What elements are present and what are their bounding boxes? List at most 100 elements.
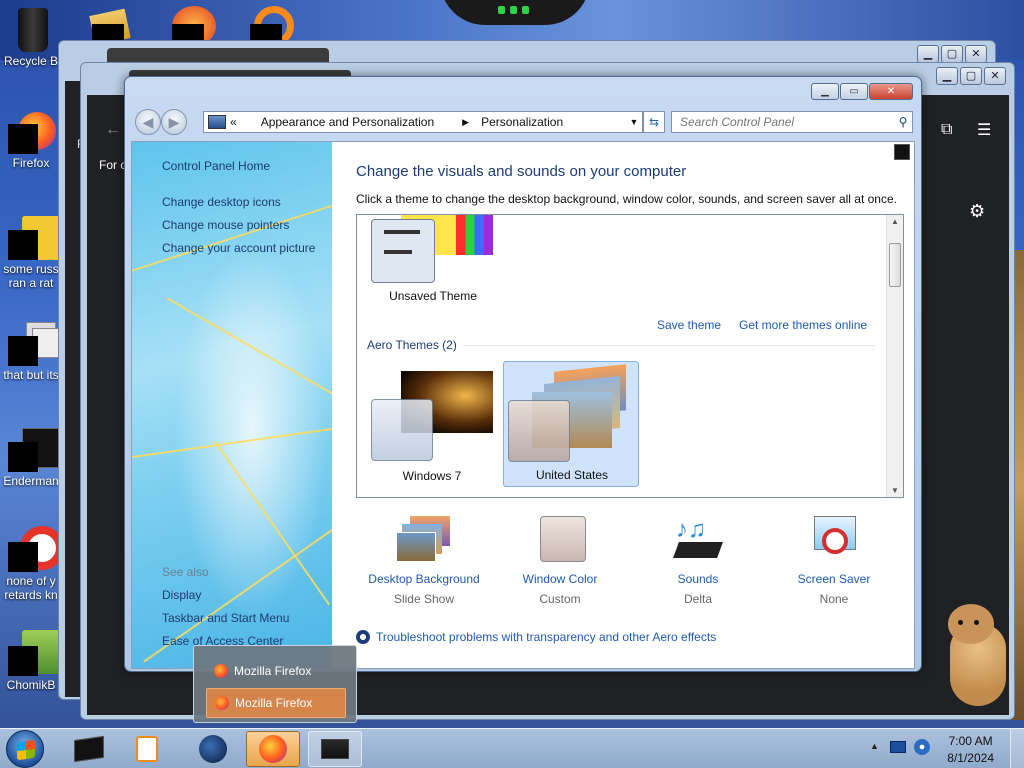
breadcrumb-personalization[interactable]: Personalization [481, 115, 563, 129]
control-panel-icon [208, 115, 226, 129]
close-icon[interactable]: ✕ [984, 67, 1006, 85]
terminal-icon [74, 735, 104, 763]
gear-icon[interactable]: ⚙ [969, 201, 985, 222]
change-desktop-icons-link[interactable]: Change desktop icons [162, 195, 281, 209]
globe-icon [199, 735, 227, 763]
breadcrumb-overflow[interactable]: « [230, 115, 237, 129]
show-desktop-button[interactable] [1010, 729, 1024, 768]
minimize-icon[interactable]: ▁ [936, 67, 958, 85]
help-icon[interactable] [894, 144, 910, 160]
monitor-tray-icon[interactable] [890, 741, 906, 753]
taskbar-app-firefox[interactable] [246, 731, 300, 767]
firefox-window-item-2[interactable]: Mozilla Firefox [206, 688, 346, 718]
tray-expand-icon[interactable]: ▲ [870, 741, 879, 751]
navigation-bar: ◀ ▶ « Appearance and Personalization ▶ P… [133, 108, 913, 136]
save-theme-link[interactable]: Save theme [657, 318, 721, 332]
forward-button[interactable]: ▶ [161, 109, 187, 135]
scroll-down-icon[interactable]: ▼ [887, 486, 903, 495]
us-window [508, 400, 570, 462]
desktop-top-icon-3[interactable] [250, 6, 300, 46]
screen-saver-item[interactable]: Screen Saver None [764, 516, 904, 606]
extensions-icon[interactable]: ⧉ [941, 121, 952, 139]
desktop-background-item[interactable]: Desktop Background Slide Show [354, 516, 494, 606]
taskbar-app-globe[interactable] [186, 731, 240, 767]
close-icon[interactable]: ✕ [965, 45, 987, 63]
main-pane: Change the visuals and sounds on your co… [332, 142, 914, 668]
desktop-icon-that-but-its[interactable]: that but its [0, 320, 62, 382]
firefox-icon [214, 664, 228, 678]
control-panel-window[interactable]: ▁ ▭ ✕ ◀ ▶ « Appearance and Personalizati… [124, 76, 922, 672]
clock[interactable]: 7:00 AM 8/1/2024 [947, 733, 994, 767]
desktop-icon-some-russ[interactable]: some russ ran a rat [0, 214, 62, 290]
change-mouse-pointers-link[interactable]: Change mouse pointers [162, 218, 289, 232]
troubleshoot-link[interactable]: Troubleshoot problems with transparency … [376, 630, 716, 644]
change-account-picture-link[interactable]: Change your account picture [162, 241, 315, 255]
desktop-icon-recycle-bin[interactable]: Recycle B [0, 6, 62, 68]
maximize-icon[interactable]: ▢ [941, 45, 963, 63]
display-link[interactable]: Display [162, 588, 201, 602]
desktop-top-icon-1[interactable] [89, 6, 142, 46]
desktop-icon-firefox[interactable]: Firefox [0, 108, 62, 170]
firefox-icon [215, 696, 229, 710]
desktop-icon-none-of-y[interactable]: none of y retards kn [0, 526, 64, 602]
taskbar-app-terminal[interactable] [62, 731, 116, 767]
see-also-label: See also [162, 565, 209, 579]
back-button[interactable]: ◀ [135, 109, 161, 135]
themes-scrollbar[interactable]: ▲ ▼ [886, 215, 903, 497]
windows7-label: Windows 7 [402, 469, 462, 483]
chevron-right-icon[interactable]: ▶ [462, 117, 469, 128]
start-button[interactable] [6, 730, 44, 768]
opera-like-icon [8, 526, 64, 572]
close-button[interactable]: ✕ [869, 83, 913, 100]
program-icon [8, 426, 64, 472]
network-tray-icon[interactable] [914, 739, 930, 755]
page-subtitle: Click a theme to change the desktop back… [356, 192, 897, 206]
taskbar-start-menu-link[interactable]: Taskbar and Start Menu [162, 611, 289, 625]
firefox-window-item-1[interactable]: Mozilla Firefox [206, 656, 346, 686]
maximize-icon[interactable]: ▢ [960, 67, 982, 85]
desktop-top-icon-2[interactable] [172, 6, 222, 46]
desktop-icon-chomik[interactable]: ChomikB [0, 630, 64, 692]
sounds-item[interactable]: ♪♫ Sounds Delta [628, 516, 768, 606]
windows7-window [371, 399, 433, 461]
menu-icon[interactable]: ☰ [977, 120, 991, 140]
chevron-down-icon[interactable]: ▼ [626, 117, 642, 127]
hamster-gadget[interactable] [940, 604, 1010, 708]
image-file-icon [8, 214, 62, 260]
aero-themes-group: Aero Themes (2) [367, 338, 457, 352]
control-panel-body: Control Panel Home Change desktop icons … [131, 141, 915, 669]
sounds-icon: ♪♫ [670, 516, 726, 566]
taskbar-app-control-panel[interactable] [308, 731, 362, 767]
themes-list[interactable]: Unsaved Theme Save theme Get more themes… [356, 214, 904, 498]
unsaved-theme-label: Unsaved Theme [389, 289, 477, 303]
window-color-item[interactable]: Window Color Custom [490, 516, 630, 606]
firefox-icon [8, 108, 56, 154]
screen-saver-icon [806, 516, 862, 566]
get-more-themes-link[interactable]: Get more themes online [739, 318, 867, 332]
search-box[interactable]: ⚲ [671, 111, 913, 133]
back-arrow-icon[interactable]: ← [105, 121, 121, 139]
search-input[interactable] [680, 115, 894, 129]
search-icon[interactable]: ⚲ [894, 115, 912, 129]
control-panel-icon [321, 739, 349, 759]
control-panel-home-link[interactable]: Control Panel Home [162, 159, 270, 173]
page-title: Change the visuals and sounds on your co… [356, 163, 687, 180]
address-bar[interactable]: « Appearance and Personalization ▶ Perso… [203, 111, 643, 133]
breadcrumb-appearance[interactable]: Appearance and Personalization [261, 115, 434, 129]
taskbar-app-media[interactable] [120, 731, 174, 767]
scroll-up-icon[interactable]: ▲ [887, 217, 903, 226]
firefox-icon [259, 735, 287, 763]
maximize-button[interactable]: ▭ [840, 83, 868, 100]
desktop-icon-enderman[interactable]: Enderman [0, 426, 64, 488]
theme-unsaved[interactable]: Unsaved Theme [371, 215, 495, 307]
minimize-button[interactable]: ▁ [811, 83, 839, 100]
refresh-icon[interactable]: ⇆ [643, 111, 665, 133]
minimize-icon[interactable]: ▁ [917, 45, 939, 63]
clock-time: 7:00 AM [948, 734, 993, 748]
theme-windows-7[interactable]: Windows 7 [369, 365, 495, 485]
scroll-thumb[interactable] [889, 243, 901, 287]
taskbar: ▲ 7:00 AM 8/1/2024 [0, 728, 1024, 768]
media-player-icon [136, 736, 158, 762]
bg-window-for-text: For c [99, 158, 127, 172]
theme-united-states[interactable]: United States [503, 361, 639, 487]
